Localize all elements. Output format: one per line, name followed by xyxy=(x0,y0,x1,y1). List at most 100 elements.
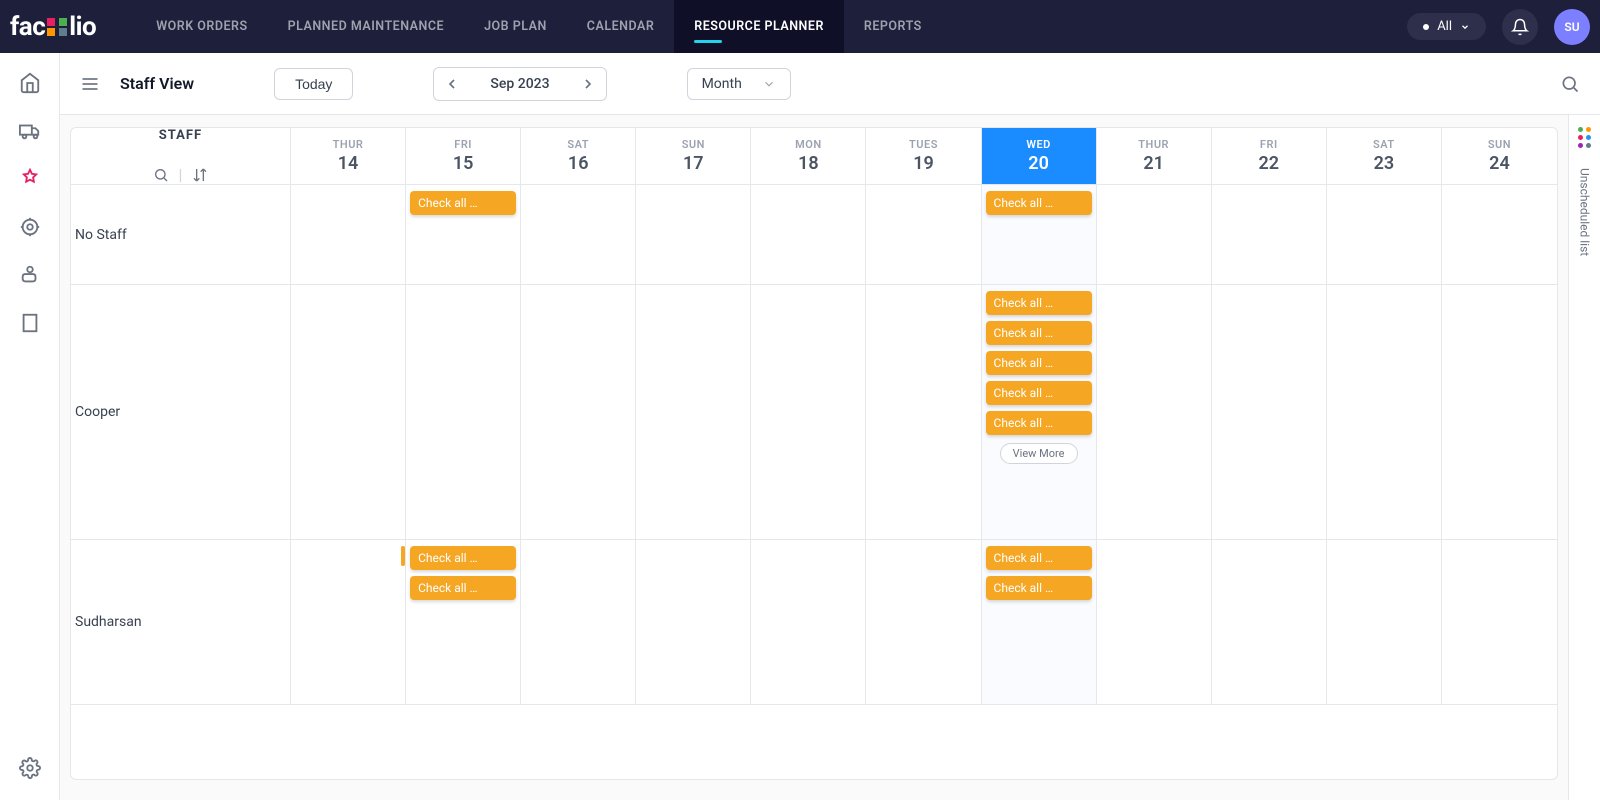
bell-icon xyxy=(1511,18,1529,36)
day-number: 24 xyxy=(1442,153,1557,174)
grid-header: STAFF | THUR14FRI15SAT16SUN17MON18TUES19… xyxy=(71,128,1557,185)
day-header-16[interactable]: SAT16 xyxy=(521,128,636,184)
chevron-right-icon xyxy=(580,76,596,92)
nav-tab-reports[interactable]: REPORTS xyxy=(844,0,942,53)
today-button[interactable]: Today xyxy=(274,68,353,100)
grid-cell[interactable] xyxy=(1097,540,1212,704)
staff-sort-button[interactable] xyxy=(192,167,208,183)
grid-cell[interactable] xyxy=(636,540,751,704)
sidebar-fleet[interactable] xyxy=(18,119,42,143)
day-dow: SUN xyxy=(1442,138,1557,151)
grid-cell[interactable]: Check all … Check all … xyxy=(406,540,521,704)
day-dow: FRI xyxy=(406,138,520,151)
day-header-18[interactable]: MON18 xyxy=(751,128,866,184)
grid-cell[interactable] xyxy=(636,285,751,539)
day-header-20[interactable]: WED20 xyxy=(982,128,1097,184)
day-header-23[interactable]: SAT 23 xyxy=(1327,128,1442,184)
day-header-21[interactable]: THUR21 xyxy=(1097,128,1212,184)
grid-cell[interactable] xyxy=(866,185,981,284)
top-nav: fac lio WORK ORDERSPLANNED MAINTENANCEJO… xyxy=(0,0,1600,53)
day-header-19[interactable]: TUES19 xyxy=(866,128,981,184)
grid-cell[interactable] xyxy=(406,285,521,539)
range-mode-select[interactable]: Month xyxy=(687,68,791,100)
grid-cell[interactable] xyxy=(1327,540,1442,704)
task-chip[interactable]: Check all … xyxy=(410,546,516,570)
task-chip[interactable]: Check all … xyxy=(410,191,516,215)
grid-cell[interactable] xyxy=(1212,540,1327,704)
grid-cell[interactable] xyxy=(866,540,981,704)
grid-cell[interactable] xyxy=(751,285,866,539)
grid-cell[interactable] xyxy=(751,540,866,704)
grid-cell[interactable]: Check all … Check all … Check all … Check a… xyxy=(982,285,1097,539)
nav-tabs: WORK ORDERSPLANNED MAINTENANCEJOB PLANCA… xyxy=(136,0,942,53)
sidebar-planner[interactable] xyxy=(18,167,42,191)
day-number: 23 xyxy=(1327,153,1441,174)
grid-cell[interactable] xyxy=(1442,540,1557,704)
grid-cell[interactable] xyxy=(1212,285,1327,539)
sidebar-target[interactable] xyxy=(18,215,42,239)
grid-cell[interactable]: Check all … xyxy=(406,185,521,284)
grid-cell[interactable] xyxy=(1097,285,1212,539)
task-chip[interactable]: Check all … xyxy=(986,191,1092,215)
grid-cell[interactable] xyxy=(1097,185,1212,284)
day-header-17[interactable]: SUN17 xyxy=(636,128,751,184)
view-more-button[interactable]: View More xyxy=(1000,443,1078,464)
grid-cell[interactable] xyxy=(1212,185,1327,284)
user-avatar[interactable]: SU xyxy=(1554,9,1590,45)
grid-cell[interactable]: Check all … xyxy=(982,185,1097,284)
apps-launcher-button[interactable] xyxy=(1578,127,1591,148)
grid-cell[interactable] xyxy=(521,185,636,284)
task-chip[interactable]: Check all … xyxy=(986,411,1092,435)
filter-all-pill[interactable]: All xyxy=(1407,13,1486,40)
nav-tab-job-plan[interactable]: JOB PLAN xyxy=(464,0,567,53)
task-chip[interactable]: Check all … xyxy=(986,291,1092,315)
nav-tab-calendar[interactable]: CALENDAR xyxy=(567,0,674,53)
grid-cell[interactable] xyxy=(1442,285,1557,539)
grid-search-button[interactable] xyxy=(1560,74,1580,94)
prev-month-button[interactable] xyxy=(434,68,470,100)
grid-cell[interactable]: Check all … Check all … xyxy=(982,540,1097,704)
next-month-button[interactable] xyxy=(570,68,606,100)
grid-cell[interactable] xyxy=(1327,285,1442,539)
grid-cell[interactable] xyxy=(1442,185,1557,284)
task-chip[interactable]: Check all … xyxy=(410,576,516,600)
sidebar-settings[interactable] xyxy=(18,756,42,780)
grid-cell[interactable] xyxy=(866,285,981,539)
task-chip[interactable]: Check all … xyxy=(986,546,1092,570)
task-chip[interactable]: Check all … xyxy=(986,576,1092,600)
grid-cell[interactable] xyxy=(521,285,636,539)
grid-cell[interactable] xyxy=(291,285,406,539)
sidebar-handoff[interactable] xyxy=(18,263,42,287)
notifications-button[interactable] xyxy=(1502,9,1538,45)
day-header-15[interactable]: FRI15 xyxy=(406,128,521,184)
day-header-22[interactable]: FRI22 xyxy=(1212,128,1327,184)
grid-row: No StaffCheck all …Check all … xyxy=(71,185,1557,285)
grid-cell[interactable] xyxy=(291,540,406,704)
day-header-14[interactable]: THUR14 xyxy=(291,128,406,184)
task-chip[interactable]: Check all … xyxy=(986,351,1092,375)
staff-name-cell: Sudharsan xyxy=(71,540,291,704)
unscheduled-list-toggle[interactable]: Unscheduled list xyxy=(1578,168,1592,256)
sidebar-home[interactable] xyxy=(18,71,42,95)
sidebar-building[interactable] xyxy=(18,311,42,335)
task-chip[interactable]: Check all … xyxy=(986,381,1092,405)
day-dow: SAT xyxy=(1327,138,1441,151)
staff-search-button[interactable] xyxy=(153,167,169,183)
grid-cell[interactable] xyxy=(291,185,406,284)
row-marker xyxy=(401,546,405,566)
nav-tab-planned-maintenance[interactable]: PLANNED MAINTENANCE xyxy=(268,0,464,53)
day-header-24[interactable]: SUN 24 xyxy=(1442,128,1557,184)
toolbar: Staff View Today Sep 2023 Month xyxy=(60,53,1600,115)
grid-cell[interactable] xyxy=(751,185,866,284)
task-chip[interactable]: Check all … xyxy=(986,321,1092,345)
grid-cell[interactable] xyxy=(636,185,751,284)
nav-tab-resource-planner[interactable]: RESOURCE PLANNER xyxy=(674,0,844,53)
truck-icon xyxy=(19,120,41,142)
grid-cell[interactable] xyxy=(521,540,636,704)
nav-tab-work-orders[interactable]: WORK ORDERS xyxy=(136,0,267,53)
grid-cell[interactable] xyxy=(1327,185,1442,284)
range-mode-label: Month xyxy=(702,76,742,92)
brand-logo[interactable]: fac lio xyxy=(10,12,96,42)
building-icon xyxy=(19,312,41,334)
view-menu-button[interactable] xyxy=(80,74,100,94)
